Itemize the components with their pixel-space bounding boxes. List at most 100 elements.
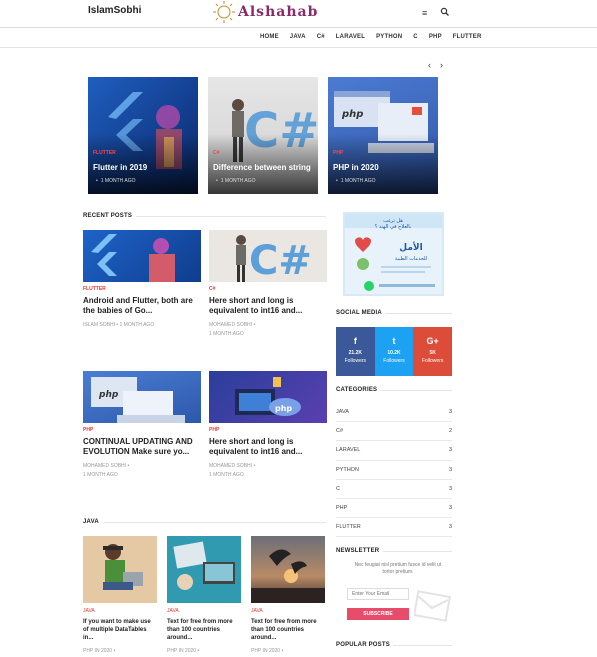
google-plus-button[interactable]: G+ 5K Followers [413,327,453,376]
post-thumbnail[interactable] [167,536,241,603]
category-item[interactable]: C# 2 [336,422,452,442]
post-thumbnail[interactable] [83,230,201,282]
category-count: 2 [448,428,452,435]
slide-card[interactable]: php PHP PHP in 2020 1 MONTH AGO [328,77,438,194]
category-name: C# [336,428,344,435]
slide-title[interactable]: Difference between string [213,163,314,172]
newsletter-email-input[interactable] [347,588,409,600]
post-thumbnail[interactable]: php [83,371,201,423]
section-divider [136,216,326,217]
post-card[interactable]: JAVA Text for free from more than 100 co… [167,536,241,654]
post-title[interactable]: Android and Flutter, both are the babies… [83,296,201,316]
twitter-count: 10.2K [387,350,401,356]
slide-category[interactable]: C# [213,150,219,156]
post-category[interactable]: JAVA [167,608,241,614]
category-item[interactable]: LARAVEL 3 [336,441,452,461]
nav-item-csharp[interactable]: C# [317,29,325,45]
nav-item-java[interactable]: JAVA [290,29,306,45]
popular-posts-heading: POPULAR POSTS [336,642,390,648]
search-icon[interactable] [440,7,450,17]
post-card[interactable]: C# C# Here short and long is equivalent … [209,230,327,339]
post-title[interactable]: Here short and long is equivalent to int… [209,296,327,316]
section-divider [393,645,452,646]
facebook-count: 21.2K [348,350,362,356]
post-card[interactable]: JAVA If you want to make use of multiple… [83,536,157,654]
twitter-button[interactable]: t 10.2K Followers [374,327,414,376]
post-card[interactable]: php PHP CONTINUAL UPDATING AND EVOLUTION… [83,371,201,480]
newsletter-heading: NEWSLETTER [336,548,380,554]
google-plus-count: 5K [429,350,436,356]
ad-line: للخدمات الطبية [395,256,428,262]
nav-item-php[interactable]: PHP [429,29,442,45]
slide-card[interactable]: C# C# Difference between string 1 MONTH … [208,77,318,194]
category-list: JAVA 3 C# 2 LARAVEL 3 PYTHON 3 C3 PHP 3 FLUTT… [336,403,452,538]
category-item[interactable]: PHP 3 [336,499,452,519]
nav-item-home[interactable]: HOME [260,29,279,45]
slide-card[interactable]: FLUTTER Flutter in 2019 1 MONTH AGO [88,77,198,194]
facebook-icon: f [353,336,357,346]
sidebar-ad-banner[interactable]: هل ترغب بالعلاج في الهند ؟ الأمل للخدمات… [343,212,444,296]
svg-text:php: php [341,109,363,120]
site-logo[interactable]: Alshahab [212,0,332,24]
post-card[interactable]: FLUTTER Android and Flutter, both are th… [83,230,201,330]
category-name: C [336,485,340,492]
slide-category[interactable]: PHP [333,150,343,156]
post-category[interactable]: PHP [209,427,327,433]
category-item[interactable]: JAVA 3 [336,403,452,423]
slider-next-button[interactable]: › [440,60,443,70]
post-category[interactable]: JAVA [83,608,157,614]
ad-line: بالعلاج في الهند ؟ [375,224,411,230]
post-category[interactable]: PHP [83,427,201,433]
slider-prev-button[interactable]: ‹ [428,60,431,70]
category-count: 3 [448,447,452,454]
post-category[interactable]: C# [209,286,327,292]
ad-line: الأمل [399,241,422,253]
nav-item-laravel[interactable]: LARAVEL [336,29,365,45]
post-thumbnail[interactable] [251,536,325,603]
twitter-label: Followers [383,358,405,364]
category-item[interactable]: PYTHON 3 [336,461,452,480]
post-meta: PHP IN 2020 • [83,648,116,654]
post-title[interactable]: CONTINUAL UPDATING AND EVOLUTION Make su… [83,437,201,457]
category-name: FLUTTER [336,524,361,531]
facebook-button[interactable]: f 21.2K Followers [336,327,375,376]
post-thumbnail[interactable]: php [209,371,327,423]
svg-text:php: php [98,390,119,400]
main-nav: HOME JAVA C# LARAVEL PYTHON C PHP FLUTTE… [0,29,597,48]
slide-date: 1 MONTH AGO [96,178,136,184]
categories-heading: CATEGORIES [336,387,378,393]
google-plus-icon: G+ [426,336,439,346]
post-title[interactable]: Text for free from more than 100 countri… [251,618,325,642]
java-section-heading: JAVA [83,519,99,525]
nav-item-flutter[interactable]: FLUTTER [453,29,482,45]
post-category[interactable]: JAVA [251,608,325,614]
post-title[interactable]: Here short and long is equivalent to int… [209,437,327,457]
ad-graphic: هل ترغب بالعلاج في الهند ؟ الأمل للخدمات… [345,214,442,291]
post-thumbnail[interactable] [83,536,157,603]
post-category[interactable]: FLUTTER [83,286,201,292]
slide-date: 1 MONTH AGO [216,178,256,184]
category-item[interactable]: FLUTTER 3 [336,518,452,538]
category-name: PYTHON [336,466,359,473]
post-card[interactable]: JAVA Text for free from more than 100 co… [251,536,325,654]
post-meta: MOHAMED SOBHI • 1 MONTH AGO [209,322,256,337]
post-title[interactable]: If you want to make use of multiple Data… [83,618,157,642]
category-item[interactable]: C3 [336,480,452,499]
nav-item-c[interactable]: C [413,29,418,45]
slide-category[interactable]: FLUTTER [93,150,116,156]
menu-icon[interactable]: ≡ [422,8,427,18]
subscribe-button[interactable]: SUBSCRIBE [347,608,409,620]
post-title[interactable]: Text for free from more than 100 countri… [167,618,241,642]
post-thumbnail[interactable]: C# [209,230,327,282]
slide-title[interactable]: Flutter in 2019 [93,163,194,172]
nav-item-python[interactable]: PYTHON [376,29,402,45]
category-count: 3 [448,409,452,416]
post-meta: ISLAM SOBHI • 1 MONTH AGO [83,322,155,328]
recent-posts-heading: RECENT POSTS [83,213,133,219]
site-brand[interactable]: IslamSobhi [88,5,141,16]
post-card[interactable]: php PHP Here short and long is equivalen… [209,371,327,480]
section-divider [385,313,452,314]
slide-title[interactable]: PHP in 2020 [333,163,434,172]
post-meta: PHP IN 2020 • [167,648,200,654]
category-name: LARAVEL [336,447,361,454]
